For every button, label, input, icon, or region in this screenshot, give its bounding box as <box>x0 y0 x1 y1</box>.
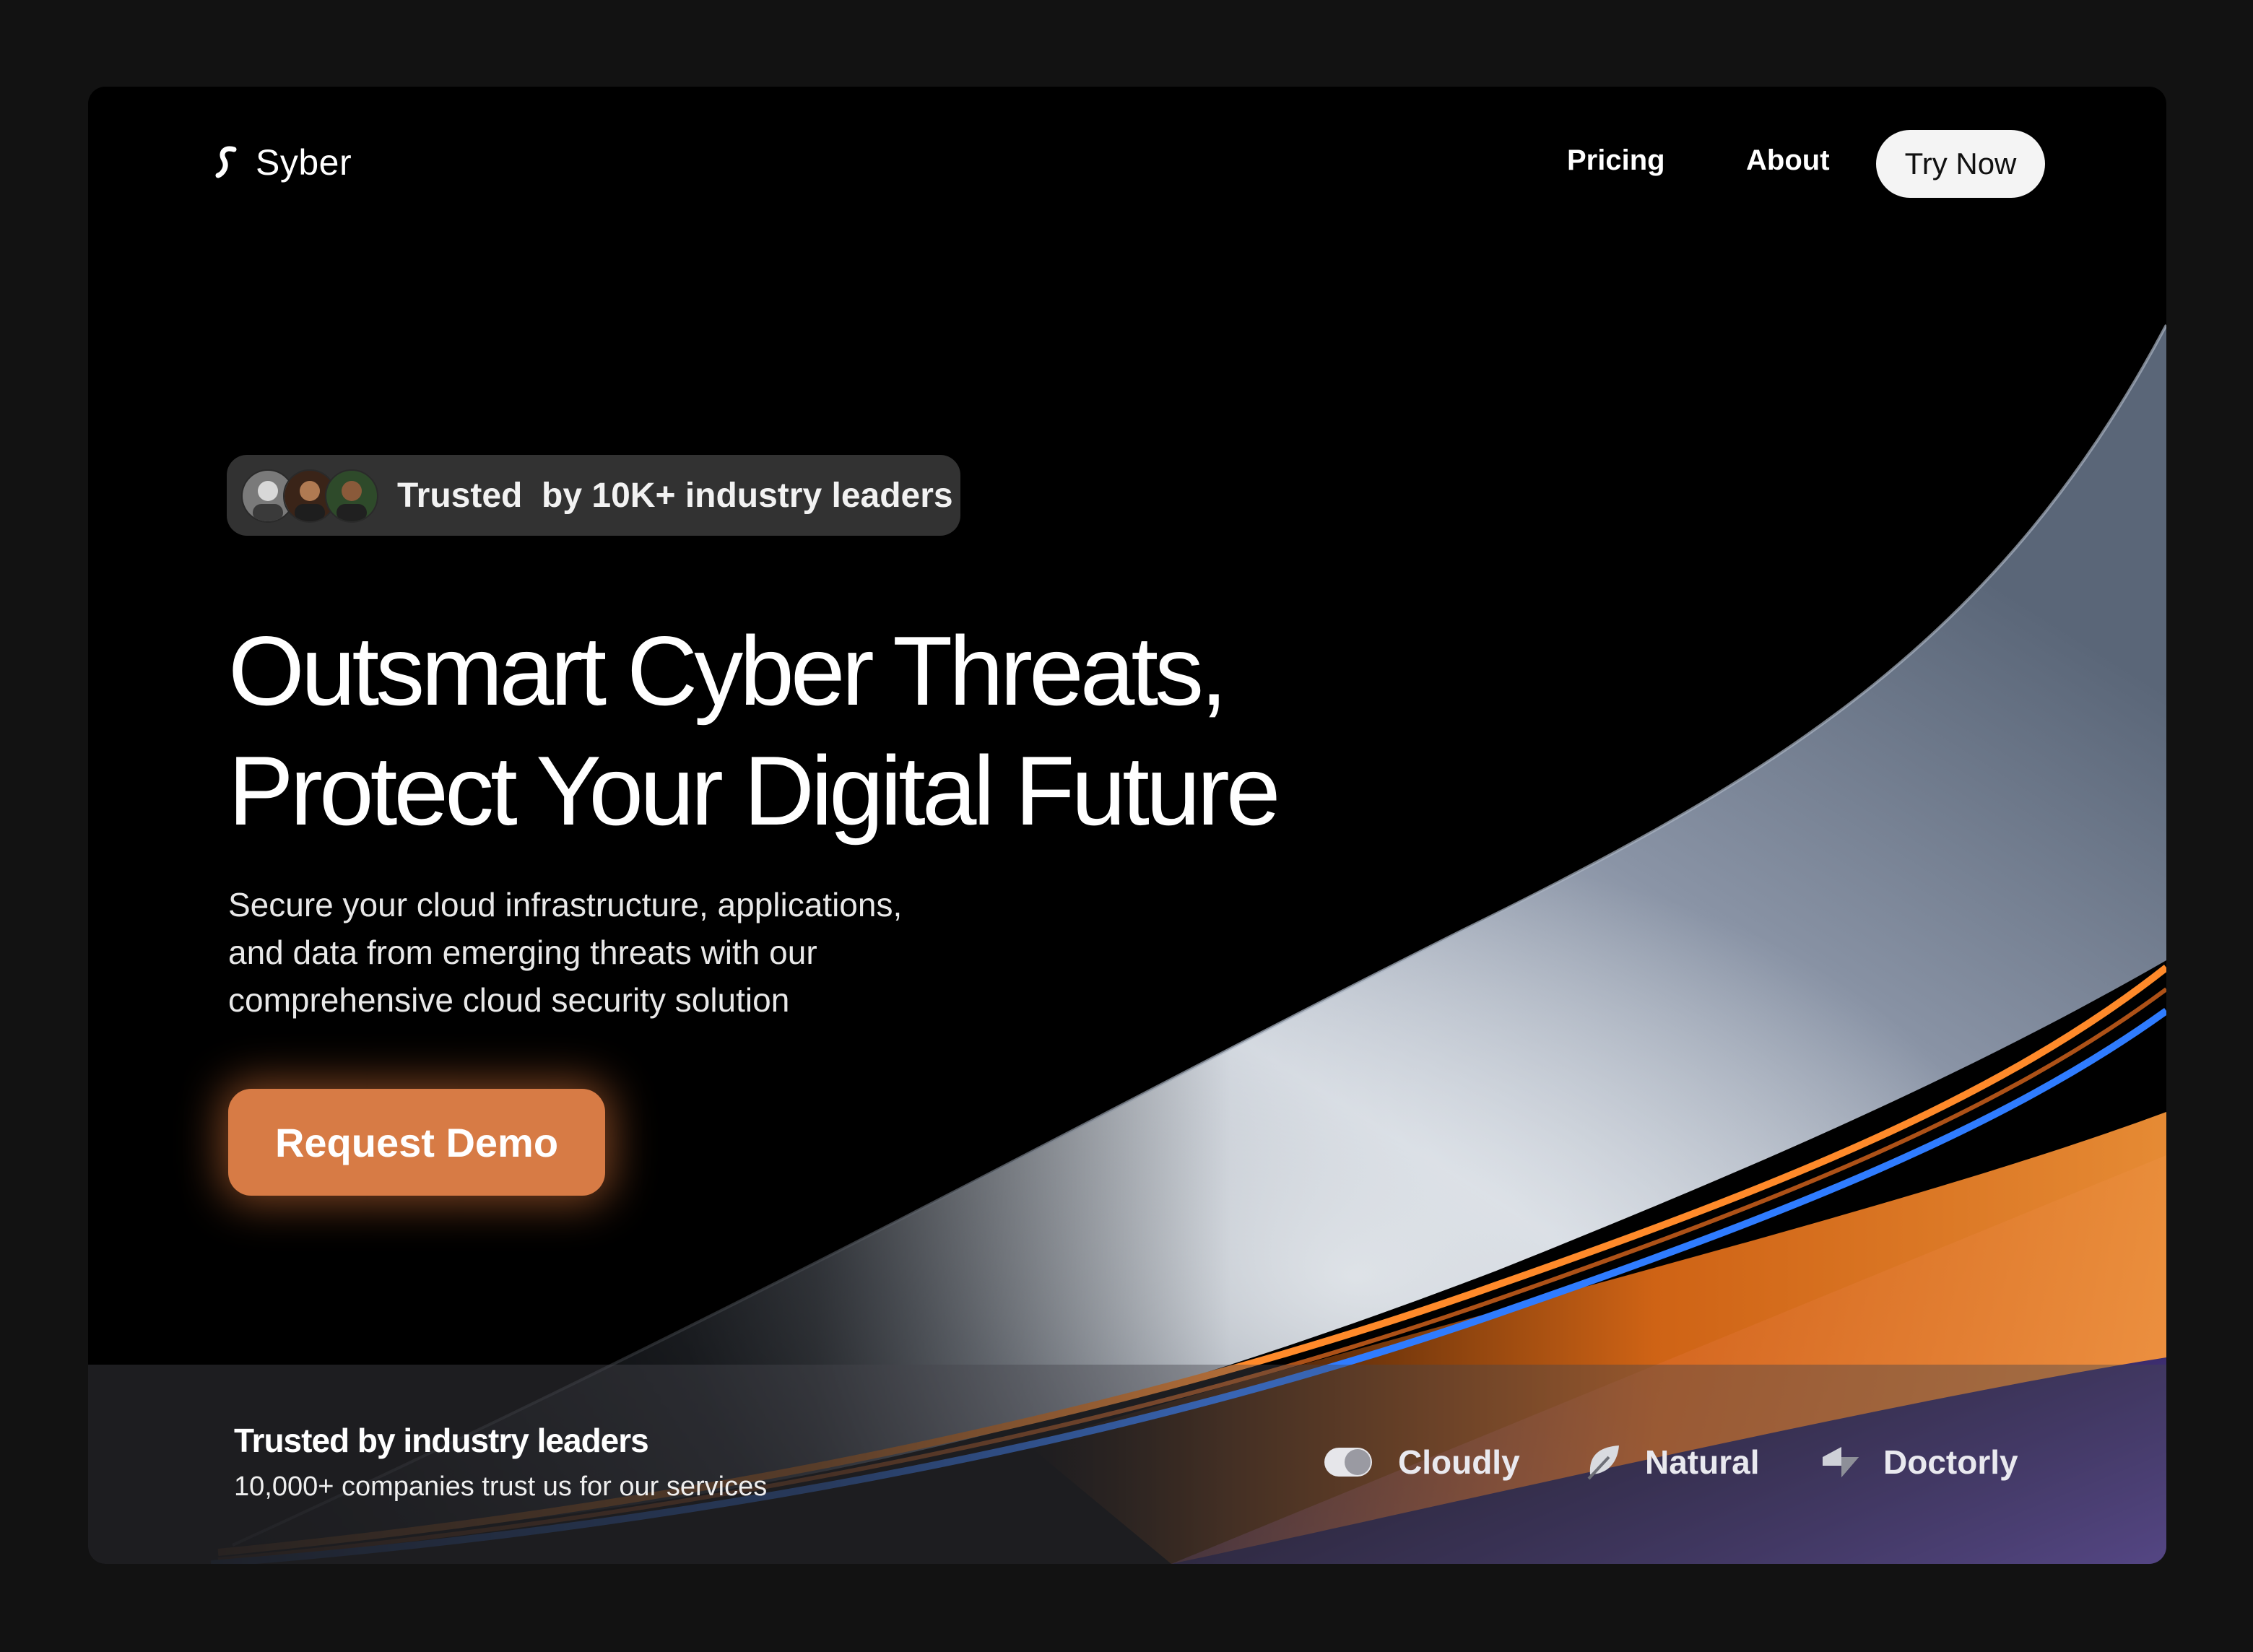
headline-line-1: Outsmart Cyber Threats, <box>228 616 1228 726</box>
subtext-line-1: Secure your cloud infrastructure, applic… <box>228 886 903 923</box>
request-demo-button[interactable]: Request Demo <box>228 1089 605 1196</box>
hero-subtext: Secure your cloud infrastructure, applic… <box>228 881 1095 1024</box>
headline-line-2: Protect Your Digital Future <box>228 736 1281 845</box>
avatar-group <box>241 469 381 523</box>
toggle-icon <box>1324 1448 1372 1477</box>
hero-headline: Outsmart Cyber Threats, Protect Your Dig… <box>228 611 1456 851</box>
subtext-line-2: and data from emerging threats with our <box>228 934 817 971</box>
nav-about-link[interactable]: About <box>1746 144 1830 177</box>
brand-natural-name: Natural <box>1645 1443 1760 1481</box>
brand-doctorly-name: Doctorly <box>1883 1443 2018 1481</box>
brand-name: Syber <box>256 142 352 183</box>
brand-cloudly: Cloudly <box>1324 1443 1520 1482</box>
brand-cloudly-name: Cloudly <box>1398 1443 1520 1481</box>
landing-frame: Syber Pricing About Try Now Trusted by 1… <box>88 87 2166 1564</box>
syber-logo-icon <box>215 146 237 178</box>
trusted-strip-title: Trusted by industry leaders <box>234 1422 649 1459</box>
avatar <box>325 469 378 523</box>
subtext-line-3: comprehensive cloud security solution <box>228 981 790 1019</box>
trusted-strip-subtitle: 10,000+ companies trust us for our servi… <box>234 1471 768 1502</box>
brand-logo[interactable]: Syber <box>215 142 352 183</box>
arrow-logo-icon <box>1823 1447 1859 1477</box>
brand-natural: Natural <box>1584 1443 1759 1482</box>
nav-pricing-link[interactable]: Pricing <box>1567 144 1665 177</box>
trust-badge: Trusted by 10K+ industry leaders <box>227 455 960 536</box>
leaf-icon <box>1587 1446 1619 1480</box>
brand-doctorly: Doctorly <box>1820 1443 2018 1482</box>
try-now-button[interactable]: Try Now <box>1876 130 2045 198</box>
trust-badge-text: Trusted by 10K+ industry leaders <box>397 476 953 515</box>
